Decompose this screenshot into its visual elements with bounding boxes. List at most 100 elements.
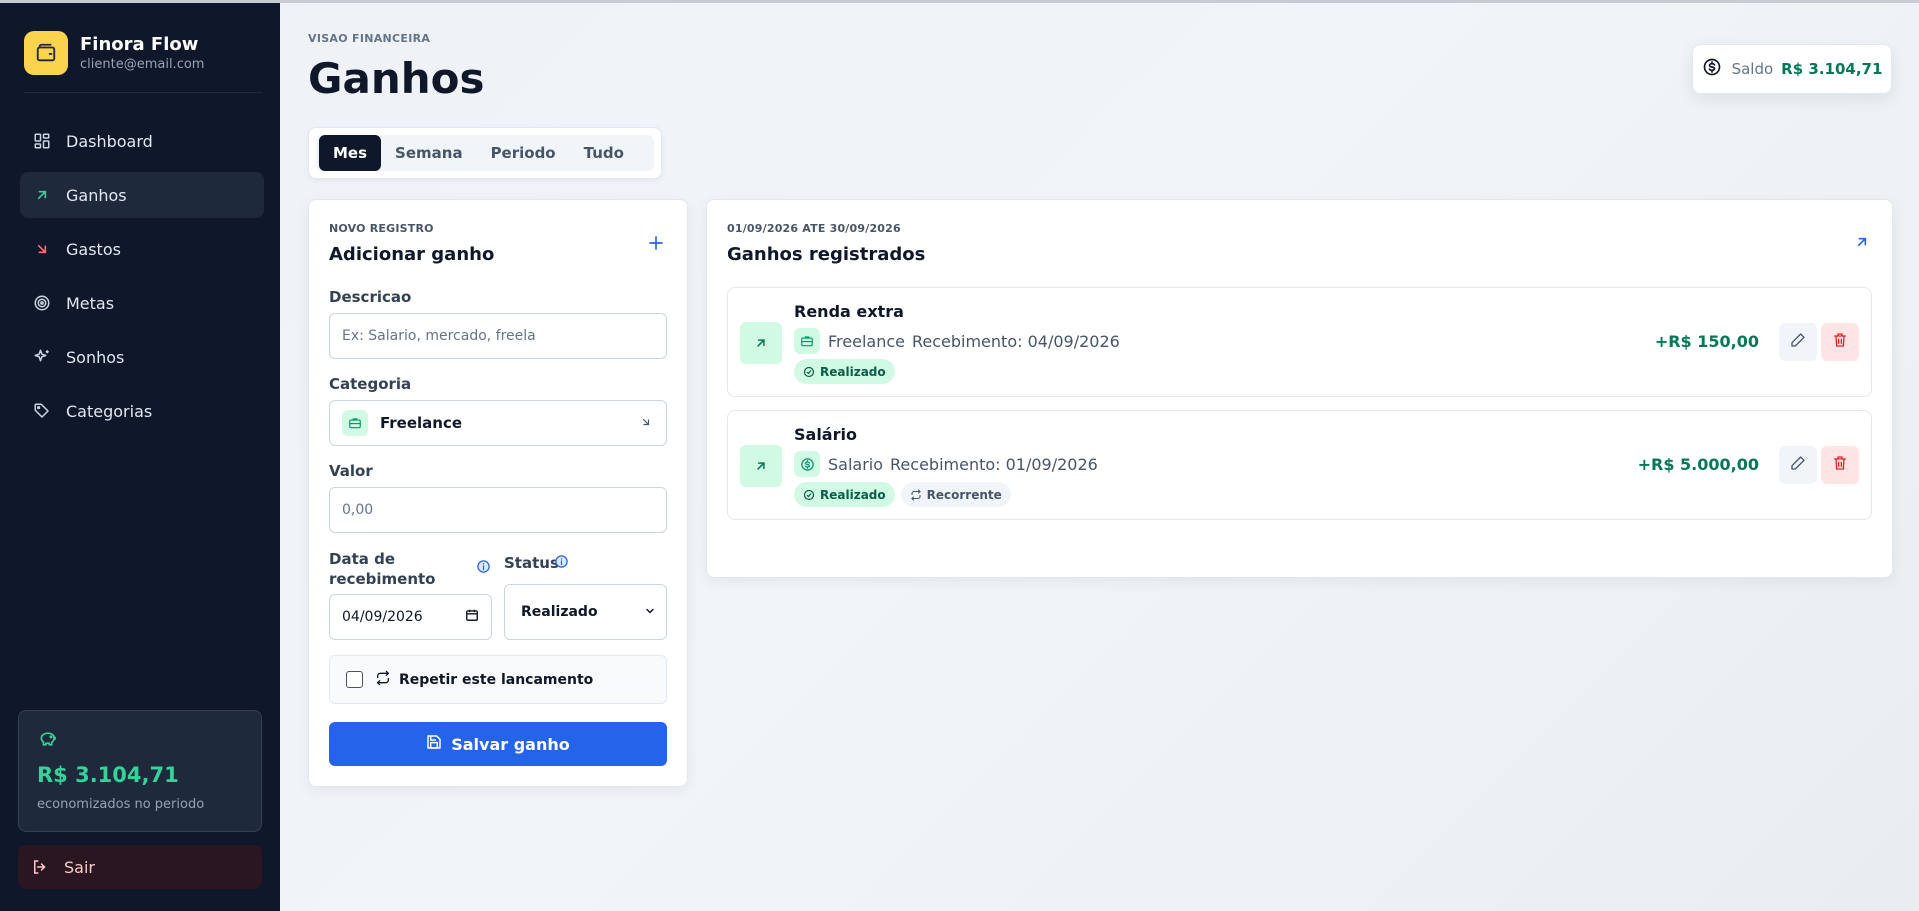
delete-button[interactable] <box>1821 323 1859 361</box>
page-title: Ganhos <box>308 54 485 103</box>
repeat-label: Repetir este lancamento <box>399 671 594 688</box>
target-icon <box>32 293 52 313</box>
recurring-badge: Recorrente <box>900 482 1011 507</box>
sidebar-divider <box>24 92 262 93</box>
status-label: Status <box>504 554 559 572</box>
list-item: Salário Salario Recebimento: 01/09/2026 … <box>727 410 1872 520</box>
status-badge: Realizado <box>794 482 895 507</box>
trash-icon <box>1832 455 1848 475</box>
briefcase-icon <box>794 328 820 354</box>
form-title: Adicionar ganho <box>329 244 495 265</box>
window-top-border <box>0 0 1919 3</box>
sidebar-item-label: Sonhos <box>66 347 125 367</box>
calendar-icon[interactable] <box>465 608 479 626</box>
tab-tudo[interactable]: Tudo <box>570 135 638 171</box>
sidebar-item-ganhos[interactable]: Ganhos <box>20 172 264 218</box>
arrow-up-right-icon <box>32 185 52 205</box>
entry-category: Freelance <box>828 331 905 351</box>
sidebar-item-sonhos[interactable]: Sonhos <box>20 334 264 380</box>
form-eyebrow: NOVO REGISTRO <box>329 222 434 235</box>
check-circle-icon <box>803 366 815 377</box>
save-icon <box>426 734 442 754</box>
tags-icon <box>32 401 52 421</box>
entry-amount: +R$ 5.000,00 <box>1637 455 1759 474</box>
sidebar-item-gastos[interactable]: Gastos <box>20 226 264 272</box>
sidebar-nav: Dashboard Ganhos Gastos Metas Sonhos Cat… <box>20 118 264 442</box>
period-range: 01/09/2026 ATE 30/09/2026 <box>727 222 901 235</box>
dashboard-icon <box>32 131 52 151</box>
description-field-wrap <box>329 313 667 359</box>
repeat-toggle[interactable]: Repetir este lancamento <box>329 655 667 704</box>
balance-label: Saldo <box>1731 60 1774 78</box>
entry-meta: Freelance Recebimento: 04/09/2026 <box>794 328 1120 354</box>
brand-name: Finora Flow <box>80 34 199 55</box>
income-list: 01/09/2026 ATE 30/09/2026 Ganhos registr… <box>706 199 1893 578</box>
period-tabs: Mes Semana Periodo Tudo <box>308 127 662 179</box>
entry-amount: +R$ 150,00 <box>1654 332 1759 351</box>
edit-button[interactable] <box>1779 446 1817 484</box>
logout-label: Sair <box>64 857 95 877</box>
sparkles-icon <box>32 347 52 367</box>
wallet-icon <box>24 31 68 75</box>
entry-category: Salario <box>828 454 884 474</box>
sidebar: Finora Flow cliente@email.com Dashboard … <box>0 0 280 911</box>
value-label: Valor <box>329 462 373 480</box>
dollar-circle-icon <box>1702 57 1722 81</box>
savings-card: R$ 3.104,71 economizados no periodo <box>18 710 262 832</box>
category-value: Freelance <box>380 414 463 432</box>
entry-title: Salário <box>794 425 857 444</box>
user-email: cliente@email.com <box>80 57 205 72</box>
tab-semana[interactable]: Semana <box>381 135 477 171</box>
arrow-up-right-icon <box>740 322 782 364</box>
savings-label: economizados no periodo <box>37 797 205 812</box>
category-select[interactable]: Freelance <box>329 400 667 446</box>
balance-value: R$ 3.104,71 <box>1781 60 1883 78</box>
arrow-up-right-icon <box>1854 234 1870 254</box>
date-value: 04/09/2026 <box>342 609 423 625</box>
page-eyebrow: VISAO FINANCEIRA <box>308 32 431 45</box>
arrow-down-right-icon <box>640 414 652 432</box>
savings-amount: R$ 3.104,71 <box>37 763 179 787</box>
repeat-checkbox[interactable] <box>346 671 363 688</box>
sidebar-item-label: Ganhos <box>66 185 127 205</box>
status-select[interactable]: Realizado <box>504 584 667 640</box>
plus-icon[interactable] <box>647 234 665 256</box>
info-icon[interactable] <box>554 554 569 573</box>
sidebar-item-metas[interactable]: Metas <box>20 280 264 326</box>
pencil-icon <box>1790 332 1806 352</box>
check-circle-icon <box>803 489 815 500</box>
balance-badge: Saldo R$ 3.104,71 <box>1692 44 1892 94</box>
date-field[interactable]: 04/09/2026 <box>329 594 492 640</box>
save-button[interactable]: Salvar ganho <box>329 722 667 766</box>
description-label: Descricao <box>329 288 412 306</box>
add-income-form: NOVO REGISTRO Adicionar ganho Descricao … <box>308 199 688 787</box>
list-title: Ganhos registrados <box>727 244 926 265</box>
entry-date: Recebimento: 04/09/2026 <box>911 331 1120 351</box>
description-input[interactable] <box>342 328 666 344</box>
value-input[interactable] <box>342 502 666 518</box>
briefcase-icon <box>342 410 368 436</box>
repeat-icon <box>375 670 391 690</box>
category-label: Categoria <box>329 375 412 393</box>
status-value: Realizado <box>521 604 598 620</box>
sidebar-item-categorias[interactable]: Categorias <box>20 388 264 434</box>
delete-button[interactable] <box>1821 446 1859 484</box>
tab-mes[interactable]: Mes <box>319 135 382 171</box>
tab-periodo[interactable]: Periodo <box>477 135 570 171</box>
chevron-down-icon <box>644 603 656 621</box>
entry-date: Recebimento: 01/09/2026 <box>890 454 1098 474</box>
dollar-circle-icon <box>794 451 820 477</box>
logout-button[interactable]: Sair <box>18 845 262 889</box>
info-icon[interactable] <box>476 559 491 578</box>
arrow-up-right-icon <box>740 445 782 487</box>
date-label: Data de recebimento <box>329 550 436 588</box>
logout-icon <box>30 857 50 877</box>
trash-icon <box>1832 332 1848 352</box>
sidebar-item-label: Dashboard <box>66 131 153 151</box>
sidebar-item-dashboard[interactable]: Dashboard <box>20 118 264 164</box>
piggy-bank-icon <box>37 729 243 753</box>
brand: Finora Flow cliente@email.com <box>24 31 204 75</box>
edit-button[interactable] <box>1779 323 1817 361</box>
sidebar-item-label: Gastos <box>66 239 121 259</box>
save-button-label: Salvar ganho <box>451 734 570 754</box>
